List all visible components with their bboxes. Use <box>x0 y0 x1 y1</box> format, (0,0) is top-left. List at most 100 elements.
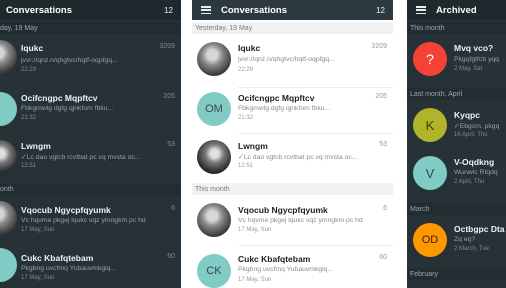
message-preview: Pkgbng uvcfmq Yubauvmkgiq... <box>21 265 175 272</box>
timestamp: 21:32 <box>238 115 254 121</box>
message-preview: Pkgqfgtfcb yqq <box>454 56 499 63</box>
avatar: OM <box>197 92 231 126</box>
message-preview: ✓Lc dao vgtcb rcvtbat pc vq mvsta oc... <box>238 153 368 161</box>
conversation-row[interactable]: Vqocub Ngycpfqyumk 6 Vc hqvme pkgej lquk… <box>192 195 393 251</box>
avatar <box>0 140 17 174</box>
timestamp: 2 March, Tue <box>454 246 490 252</box>
contact-name: Cukc Kbafqtebam <box>21 253 94 263</box>
archived-screen: Archived This month ? Mvq vco? Pkgqfgtfc… <box>407 0 506 288</box>
section-header: February <box>407 268 506 280</box>
conversation-row[interactable]: Iqukc 3209 jvvr://qnz.n/qhgtvc/hqtf-oqpf… <box>192 34 393 90</box>
message-count: 3209 <box>159 43 175 50</box>
conversation-row[interactable]: CK Cukc Kbafqtebam 60 Pkgbng uvcfmq Yuba… <box>192 246 393 288</box>
timestamp: 21:32 <box>21 115 37 121</box>
message-count: 53 <box>167 141 175 148</box>
section-header: This month <box>192 183 393 195</box>
conversation-row[interactable]: Lwngm 53 ✓Lc dao vgtcb rcvtbat pc vq mvs… <box>192 134 393 190</box>
message-preview: Vc hqvme pkgej lqukc vqz ymngkm pc hd <box>238 217 363 224</box>
contact-name: Ocifcngpc Mqpftcv <box>238 93 315 103</box>
avatar: K <box>413 108 447 142</box>
conversation-row[interactable]: V V-Oqdkng Wunwic Rtqdq 2 April, Thu <box>407 148 506 204</box>
section-header: March <box>407 203 506 215</box>
timestamp: 12:51 <box>21 163 37 169</box>
contact-name: Ocifcngpc Mqpftcv <box>21 93 98 103</box>
timestamp: 17 May, Sun <box>21 275 55 281</box>
section-header: This month <box>407 22 506 34</box>
message-preview: Vc hqvme pkgej lqukc vqz ymngkm pc hd <box>21 217 146 224</box>
message-preview: ✓Lc dao vgtcb rcvtbat pc vq mvsta oc... <box>21 153 175 161</box>
avatar-initials: OD <box>421 234 439 246</box>
timestamp: 22:29 <box>238 67 254 73</box>
avatar-initials: ? <box>426 51 434 67</box>
contact-name: Iqukc <box>238 43 261 53</box>
conversation-row[interactable]: Lwngm 53 ✓Lc dao vgtcb rcvtbat pc vq mvs… <box>0 134 181 190</box>
message-preview-text: Lc dao vgtcb rcvtbat pc vq mvsta oc... <box>243 154 358 161</box>
timestamp: 17 May, Sun <box>21 227 55 233</box>
avatar <box>0 248 17 282</box>
contact-name: Cukc Kbafqtebam <box>238 254 311 264</box>
app-bar-title: Archived <box>436 4 477 16</box>
menu-icon[interactable] <box>416 6 426 14</box>
contact-name: Kyqpc <box>454 110 480 120</box>
message-count: 6 <box>383 205 387 212</box>
message-preview: Pkgbng uvcfmq Yubauvmkgiq... <box>238 266 360 273</box>
contact-name: V-Oqdkng <box>454 157 495 167</box>
avatar-initials: V <box>425 165 435 181</box>
timestamp: 16 April, Thu <box>454 132 488 138</box>
section-header: Yesterday, 19 May <box>192 22 393 34</box>
contact-name: Mvq vco? <box>454 43 494 53</box>
contact-name: Iqukc <box>21 43 44 53</box>
message-preview: Wunwic Rtqdq <box>454 169 498 176</box>
message-preview-text: Ebgsm, pkgq <box>459 123 500 130</box>
contact-name: Lwngm <box>238 141 268 151</box>
section-header: onth <box>0 183 181 195</box>
message-count: 205 <box>163 93 175 100</box>
app-bar: Conversations 12 <box>192 0 393 20</box>
message-preview: Fbkgmwlg dgfg qjnkfom fbku... <box>21 105 114 112</box>
avatar <box>0 201 17 235</box>
contact-name: Octbgpc Dta <box>454 224 505 234</box>
section-header: Last month, April <box>407 88 506 100</box>
avatar <box>197 203 231 237</box>
conversations-screen-light: Conversations 12 Yesterday, 19 May Iqukc… <box>192 0 393 288</box>
avatar: V <box>413 156 447 190</box>
avatar: OD <box>413 223 447 257</box>
avatar: ? <box>413 42 447 76</box>
message-count: 6 <box>171 205 175 212</box>
section-header: day, 19 May <box>0 22 181 34</box>
screenshot-gap-right <box>393 0 407 288</box>
message-preview-text: Pkgbng uvcfmq Yubauvmkgiq... <box>21 265 117 272</box>
avatar <box>0 40 17 74</box>
message-preview: jvvr://qnz.n/qhgtvc/hqtf-oqpfgq... <box>21 57 118 64</box>
app-bar-title: Conversations <box>221 4 287 16</box>
avatar-initials: CK <box>206 265 222 277</box>
contact-name: Vqocub Ngycpfqyumk <box>21 205 111 215</box>
conversation-count: 12 <box>164 5 173 15</box>
avatar <box>197 140 231 174</box>
app-bar: Conversations 12 <box>0 0 181 20</box>
menu-icon[interactable] <box>201 6 211 14</box>
message-preview-text: Pkgbng uvcfmq Yubauvmkgiq... <box>238 266 334 273</box>
contact-name: Vqocub Ngycpfqyumk <box>238 205 328 215</box>
timestamp: 2 April, Thu <box>454 179 485 185</box>
message-count: 60 <box>379 254 387 261</box>
message-preview: ✓Ebgsm, pkgq <box>454 122 506 130</box>
conversation-row[interactable]: OD Octbgpc Dta Zq eq? 2 March, Tue <box>407 215 506 271</box>
conversation-row[interactable]: Cukc Kbafqtebam 60 Pkgbng uvcfmq Yubauvm… <box>0 242 181 288</box>
avatar <box>0 92 17 126</box>
message-preview: jvvr://qnz.n/qhgtvc/hqtf-oqpfgq... <box>238 56 335 63</box>
avatar <box>197 42 231 76</box>
message-count: 53 <box>379 141 387 148</box>
timestamp: 2 May, Sat <box>454 66 483 72</box>
timestamp: 17 May, Sun <box>238 277 272 283</box>
app-bar: Archived <box>407 0 506 20</box>
message-preview-text: Lc dao vgtcb rcvtbat pc vq mvsta oc... <box>26 154 141 161</box>
timestamp: 12:51 <box>238 163 254 169</box>
message-preview: Fbkgmwlg dgfg qjnkfom fbku... <box>238 105 331 112</box>
avatar: CK <box>197 254 231 288</box>
timestamp: 17 May, Sun <box>238 227 272 233</box>
avatar-initials: K <box>425 117 435 133</box>
message-count: 3209 <box>371 43 387 50</box>
conversation-row[interactable]: Iqukc 3209 jvvr://qnz.n/qhgtvc/hqtf-oqpf… <box>0 34 181 90</box>
conversation-row[interactable]: ? Mvq vco? Pkgqfgtfcb yqq 2 May, Sat <box>407 34 506 90</box>
